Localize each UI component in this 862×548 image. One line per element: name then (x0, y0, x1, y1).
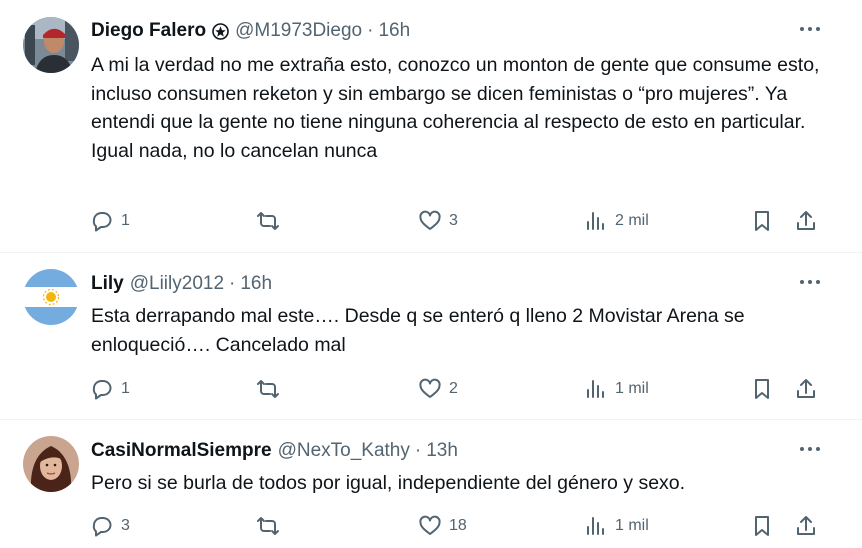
bookmark-button[interactable] (750, 375, 774, 403)
tweet-actions: 1 3 2 mil (88, 207, 828, 235)
views-count: 2 mil (615, 212, 649, 229)
share-button[interactable] (794, 512, 818, 540)
tweet-text: Pero si se burla de todos por igual, ind… (91, 472, 686, 494)
like-count: 18 (449, 517, 467, 534)
share-icon (797, 211, 815, 230)
avatar[interactable] (23, 436, 79, 492)
display-name[interactable]: CasiNormalSiempre (91, 440, 272, 462)
display-name[interactable]: Lily (91, 273, 124, 295)
reply-count: 1 (121, 212, 130, 229)
tweet-text: Esta derrapando mal este…. Desde q se en… (91, 305, 745, 356)
views-icon (587, 517, 604, 535)
tweet-text: A mi la verdad no me extraña esto, conoz… (91, 54, 820, 162)
bookmark-icon (755, 379, 769, 399)
tweet-reply[interactable]: Lily @Liily2012 · 16h Esta derrapando ma… (0, 253, 862, 420)
share-icon (797, 379, 815, 398)
more-icon[interactable] (798, 277, 822, 287)
reply-button[interactable]: 1 (90, 375, 130, 403)
like-count: 2 (449, 380, 458, 397)
views-button[interactable]: 2 mil (584, 207, 649, 235)
tweet-header: Diego Falero @M1973Diego · 16h (91, 18, 410, 44)
retweet-icon (257, 212, 279, 230)
views-count: 1 mil (615, 517, 649, 534)
views-count: 1 mil (615, 380, 649, 397)
reply-button[interactable]: 3 (90, 512, 130, 540)
like-icon (419, 515, 441, 535)
reply-icon (92, 212, 112, 232)
bookmark-button[interactable] (750, 207, 774, 235)
avatar[interactable] (23, 17, 79, 73)
like-icon (419, 378, 441, 398)
verified-style-badge-icon (212, 22, 229, 40)
tweet-header: CasiNormalSiempre @NexTo_Kathy · 13h (91, 438, 458, 464)
share-button[interactable] (794, 207, 818, 235)
timestamp[interactable]: 16h (378, 20, 410, 42)
timestamp[interactable]: 13h (426, 440, 458, 462)
like-button[interactable]: 3 (418, 207, 458, 235)
retweet-button[interactable] (256, 512, 287, 540)
views-button[interactable]: 1 mil (584, 512, 649, 540)
like-button[interactable]: 18 (418, 512, 467, 540)
reply-icon (92, 380, 112, 400)
views-icon (587, 212, 604, 230)
retweet-button[interactable] (256, 207, 287, 235)
retweet-button[interactable] (256, 375, 287, 403)
user-handle[interactable]: @NexTo_Kathy (278, 440, 410, 462)
bookmark-icon (755, 211, 769, 231)
bookmark-button[interactable] (750, 512, 774, 540)
user-handle[interactable]: @Liily2012 (130, 273, 224, 295)
more-icon[interactable] (798, 24, 822, 34)
retweet-icon (257, 517, 279, 535)
tweet-reply[interactable]: Diego Falero @M1973Diego · 16h A mi la v… (0, 0, 862, 253)
like-icon (419, 210, 441, 230)
separator-dot: · (414, 440, 422, 461)
like-button[interactable]: 2 (418, 375, 458, 403)
reply-count: 1 (121, 380, 130, 397)
reply-button[interactable]: 1 (90, 207, 130, 235)
tweet-reply[interactable]: CasiNormalSiempre @NexTo_Kathy · 13h Per… (0, 420, 862, 548)
views-icon (587, 380, 604, 398)
tweet-actions: 1 2 1 mil (88, 375, 828, 403)
display-name[interactable]: Diego Falero (91, 20, 206, 42)
timestamp[interactable]: 16h (240, 273, 272, 295)
avatar[interactable] (23, 269, 79, 325)
bookmark-icon (755, 516, 769, 536)
like-count: 3 (449, 212, 458, 229)
views-button[interactable]: 1 mil (584, 375, 649, 403)
tweet-actions: 3 18 1 mil (88, 512, 828, 540)
reply-icon (92, 517, 112, 537)
share-icon (797, 516, 815, 535)
reply-count: 3 (121, 517, 130, 534)
separator-dot: · (229, 273, 236, 294)
tweet-header: Lily @Liily2012 · 16h (91, 271, 272, 297)
more-icon[interactable] (798, 444, 822, 454)
share-button[interactable] (794, 375, 818, 403)
retweet-icon (257, 380, 279, 398)
user-handle[interactable]: @M1973Diego (235, 20, 362, 42)
separator-dot: · (367, 20, 374, 41)
